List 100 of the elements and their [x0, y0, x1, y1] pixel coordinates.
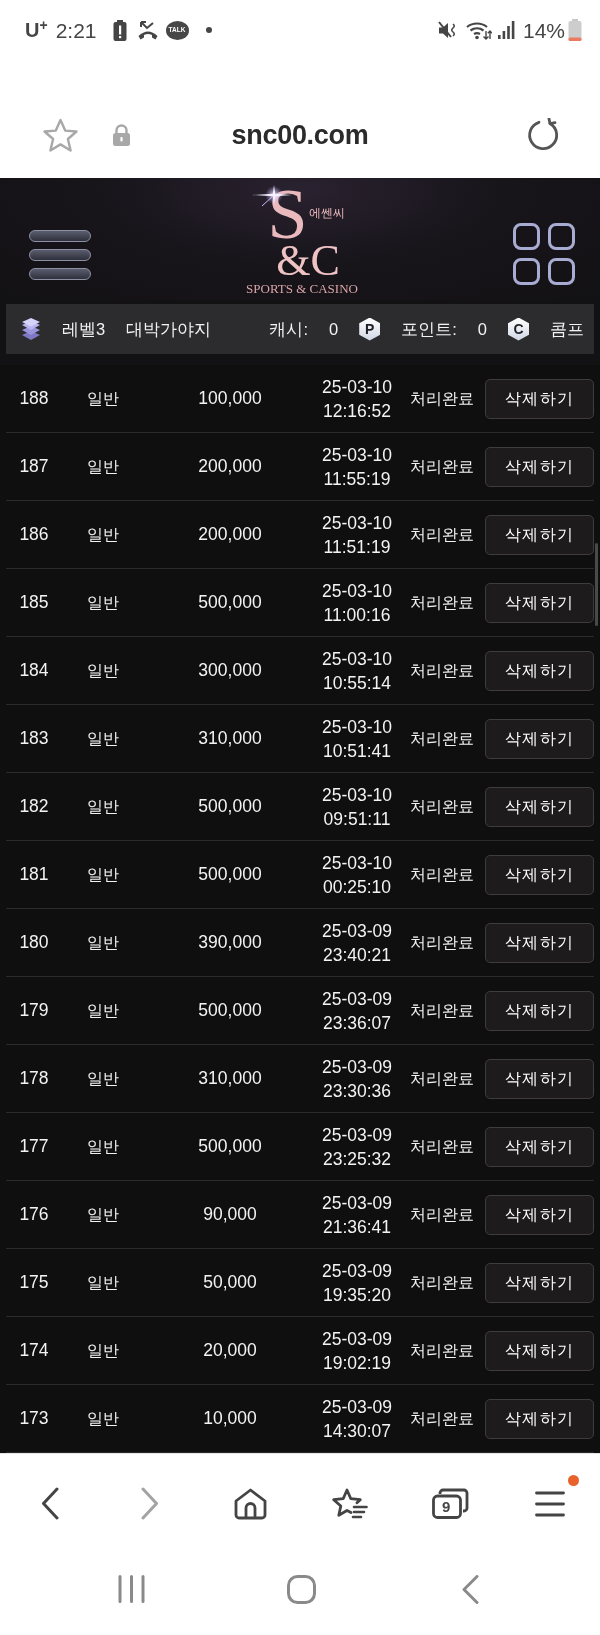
signal-icon — [497, 21, 515, 39]
home-button-icon[interactable] — [287, 1574, 316, 1604]
date-text: 25-03-10 — [321, 511, 393, 535]
time-text: 23:40:21 — [322, 943, 392, 967]
amount-text: 500,000 — [198, 591, 262, 615]
type-text: 일반 — [87, 1272, 119, 1293]
time-text: 23:36:07 — [322, 1011, 392, 1035]
status-text: 처리완료 — [409, 932, 474, 953]
amount-text: 500,000 — [198, 999, 262, 1023]
date-text: 25-03-09 — [321, 1123, 393, 1147]
date-text: 25-03-09 — [321, 1259, 393, 1283]
bookmarks-icon[interactable] — [332, 1488, 368, 1519]
menu-icon[interactable] — [29, 230, 91, 280]
logo-korean-text: 에쎈씨 — [308, 206, 345, 220]
bookmark-star-icon[interactable] — [42, 117, 79, 153]
time-text: 23:25:32 — [322, 1147, 392, 1171]
delete-button[interactable]: 삭제하기 — [485, 650, 594, 691]
amount-text: 500,000 — [198, 795, 262, 819]
row-number: 180 — [19, 931, 49, 955]
row-number: 188 — [19, 387, 49, 411]
points-value: 0 — [477, 318, 487, 340]
type-text: 일반 — [87, 1136, 119, 1157]
amount-text: 300,000 — [198, 659, 262, 683]
status-text: 처리완료 — [409, 524, 474, 545]
cash-label: 캐시: — [269, 318, 309, 340]
mute-icon — [437, 20, 458, 40]
row-number: 174 — [19, 1339, 49, 1363]
wifi-icon — [465, 20, 492, 40]
amount-text: 390,000 — [198, 931, 262, 955]
logo-letter: S — [267, 186, 308, 242]
status-text: 처리완료 — [409, 796, 474, 817]
status-text: 처리완료 — [409, 1136, 474, 1157]
row-number: 187 — [19, 455, 49, 479]
row-number: 179 — [19, 999, 49, 1023]
time-text: 09:51:11 — [323, 807, 391, 831]
date-text: 25-03-09 — [321, 1395, 393, 1419]
amount-text: 200,000 — [198, 523, 262, 547]
missed-call-icon — [137, 20, 158, 40]
amount-text: 50,000 — [203, 1271, 257, 1295]
status-text: 처리완료 — [409, 1340, 474, 1361]
date-text: 25-03-10 — [321, 579, 393, 603]
amount-text: 90,000 — [203, 1203, 257, 1227]
status-text: 처리완료 — [409, 388, 474, 409]
url-text[interactable]: snc00.com — [231, 114, 369, 156]
row-number: 186 — [19, 523, 49, 547]
date-text: 25-03-10 — [321, 375, 393, 399]
reload-icon[interactable] — [526, 118, 560, 152]
battery-percent: 14% — [522, 19, 565, 41]
delete-button[interactable]: 삭제하기 — [485, 1262, 594, 1303]
tab-count: 9 — [442, 1499, 451, 1514]
time-text: 21:36:41 — [322, 1215, 392, 1239]
time-text: 12:16:52 — [322, 399, 392, 423]
delete-button[interactable]: 삭제하기 — [485, 1058, 594, 1099]
date-text: 25-03-09 — [321, 919, 393, 943]
status-text: 처리완료 — [409, 1204, 474, 1225]
home-icon[interactable] — [233, 1487, 267, 1520]
delete-button[interactable]: 삭제하기 — [485, 446, 594, 487]
delete-button[interactable]: 삭제하기 — [485, 514, 594, 555]
type-text: 일반 — [87, 932, 119, 953]
time-text: 11:00:16 — [323, 603, 391, 627]
battery-icon — [568, 19, 582, 41]
delete-button[interactable]: 삭제하기 — [485, 1330, 594, 1371]
amount-text: 310,000 — [198, 1067, 262, 1091]
menu-icon[interactable] — [535, 1490, 565, 1517]
status-text: 처리완료 — [409, 1068, 474, 1089]
point-badge: P — [359, 317, 381, 341]
amount-text: 310,000 — [198, 727, 262, 751]
notification-dot-icon — [205, 27, 212, 33]
delete-button[interactable]: 삭제하기 — [485, 990, 594, 1031]
date-text: 25-03-10 — [321, 443, 393, 467]
row-number: 182 — [19, 795, 49, 819]
delete-button[interactable]: 삭제하기 — [485, 786, 594, 827]
tabs-icon[interactable] — [431, 1488, 469, 1519]
type-text: 일반 — [87, 524, 119, 545]
time-text: 19:02:19 — [322, 1351, 392, 1375]
delete-button[interactable]: 삭제하기 — [485, 378, 594, 419]
status-text: 처리완료 — [409, 864, 474, 885]
delete-button[interactable]: 삭제하기 — [485, 922, 594, 963]
type-text: 일반 — [87, 864, 119, 885]
amount-text: 20,000 — [203, 1339, 257, 1363]
delete-button[interactable]: 삭제하기 — [485, 582, 594, 623]
date-text: 25-03-09 — [321, 1327, 393, 1351]
delete-button[interactable]: 삭제하기 — [485, 854, 594, 895]
comp-badge: C — [508, 317, 529, 341]
grid-menu-icon[interactable] — [513, 223, 575, 285]
amount-text: 500,000 — [198, 863, 262, 887]
time-text: 10:55:14 — [322, 671, 392, 695]
amount-text: 100,000 — [198, 387, 262, 411]
recent-apps-icon[interactable] — [118, 1575, 145, 1603]
date-text: 25-03-09 — [321, 987, 393, 1011]
amount-text: 500,000 — [198, 1135, 262, 1159]
back-button-icon[interactable] — [462, 1574, 479, 1604]
time-text: 11:51:19 — [323, 535, 391, 559]
delete-button[interactable]: 삭제하기 — [485, 1398, 594, 1439]
back-icon[interactable] — [41, 1487, 59, 1520]
type-text: 일반 — [87, 728, 119, 749]
delete-button[interactable]: 삭제하기 — [485, 718, 594, 759]
delete-button[interactable]: 삭제하기 — [485, 1194, 594, 1235]
date-text: 25-03-10 — [321, 851, 393, 875]
delete-button[interactable]: 삭제하기 — [485, 1126, 594, 1167]
